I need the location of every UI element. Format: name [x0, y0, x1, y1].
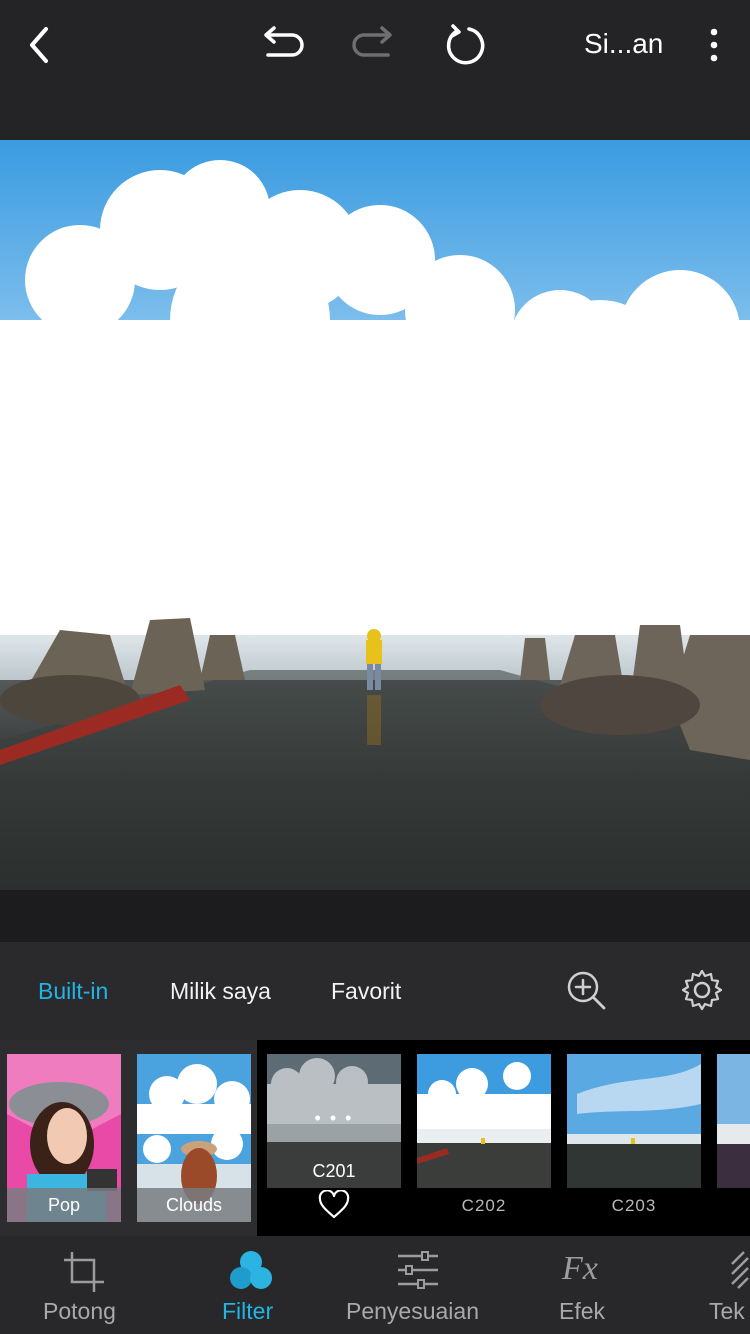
filter-thumb-clouds[interactable]: Clouds [137, 1054, 251, 1222]
bottom-navigation: Potong Filter Penyesuaian Fx Efek Tek [0, 1236, 750, 1334]
filter-settings-button[interactable] [680, 968, 724, 1012]
nav-item-filter[interactable]: Filter [200, 1236, 300, 1334]
filter-label-c202: C202 [461, 1196, 507, 1215]
c203-thumbnail-image [567, 1054, 701, 1188]
favorite-heart-button[interactable] [318, 1189, 350, 1220]
filter-label-clouds: Clouds [137, 1188, 251, 1222]
redo-icon [352, 26, 392, 57]
reset-icon [446, 24, 485, 65]
filter-label-c203: C203 [611, 1196, 657, 1215]
zoom-in-icon [567, 971, 606, 1010]
nav-label-potong: Potong [43, 1298, 116, 1324]
canvas-gap [0, 890, 750, 942]
filter-more-dots[interactable]: • • • [267, 1108, 401, 1129]
redo-button[interactable] [348, 20, 398, 70]
filter-thumb-c202[interactable] [417, 1054, 551, 1188]
nav-item-penyesuaian[interactable]: Penyesuaian [340, 1236, 500, 1334]
reset-button[interactable] [440, 20, 490, 70]
fx-icon: Fx [562, 1250, 598, 1287]
back-button[interactable] [14, 20, 64, 70]
filter-thumb-pop[interactable]: Pop [7, 1054, 121, 1222]
nav-label-efek: Efek [559, 1298, 606, 1324]
next-thumbnail-image [717, 1054, 750, 1188]
tab-favorit[interactable]: Favorit [331, 978, 401, 1005]
nav-label-filter: Filter [222, 1298, 274, 1324]
undo-button[interactable] [258, 20, 308, 70]
sliders-icon [398, 1251, 438, 1289]
filter-strip[interactable]: Pop Clouds • • • C201 C202 C203 [0, 1040, 750, 1236]
heart-icon [318, 1189, 350, 1219]
nav-label-penyesuaian: Penyesuaian [346, 1298, 479, 1324]
filter-label-pop: Pop [7, 1188, 121, 1222]
gear-icon [681, 969, 723, 1011]
filter-category-bar: Built-in Milik saya Favorit [0, 942, 750, 1040]
save-button[interactable]: Si...an [584, 28, 663, 60]
more-icon [710, 28, 718, 62]
nav-item-potong[interactable]: Potong [30, 1236, 136, 1334]
photo-image [0, 140, 750, 890]
filter-thumb-c203[interactable] [567, 1054, 701, 1188]
top-toolbar: Si...an [0, 0, 750, 140]
text-icon [731, 1251, 749, 1289]
undo-icon [264, 26, 304, 57]
nav-item-tek[interactable]: Tek [700, 1236, 750, 1334]
back-icon [30, 27, 48, 63]
photo-canvas[interactable] [0, 140, 750, 890]
more-button[interactable] [689, 20, 739, 70]
zoom-in-button[interactable] [564, 968, 608, 1012]
filter-thumb-next[interactable] [717, 1054, 750, 1188]
filter-thumb-c201[interactable]: • • • C201 [267, 1054, 401, 1188]
nav-label-tek: Tek [709, 1298, 745, 1324]
c202-thumbnail-image [417, 1054, 551, 1188]
crop-icon [64, 1252, 104, 1292]
filter-label-c201: C201 [312, 1161, 356, 1181]
nav-item-efek[interactable]: Fx Efek [540, 1236, 630, 1334]
tab-milik-saya[interactable]: Milik saya [170, 978, 271, 1005]
filter-icon [230, 1251, 272, 1289]
tab-built-in[interactable]: Built-in [38, 978, 108, 1005]
